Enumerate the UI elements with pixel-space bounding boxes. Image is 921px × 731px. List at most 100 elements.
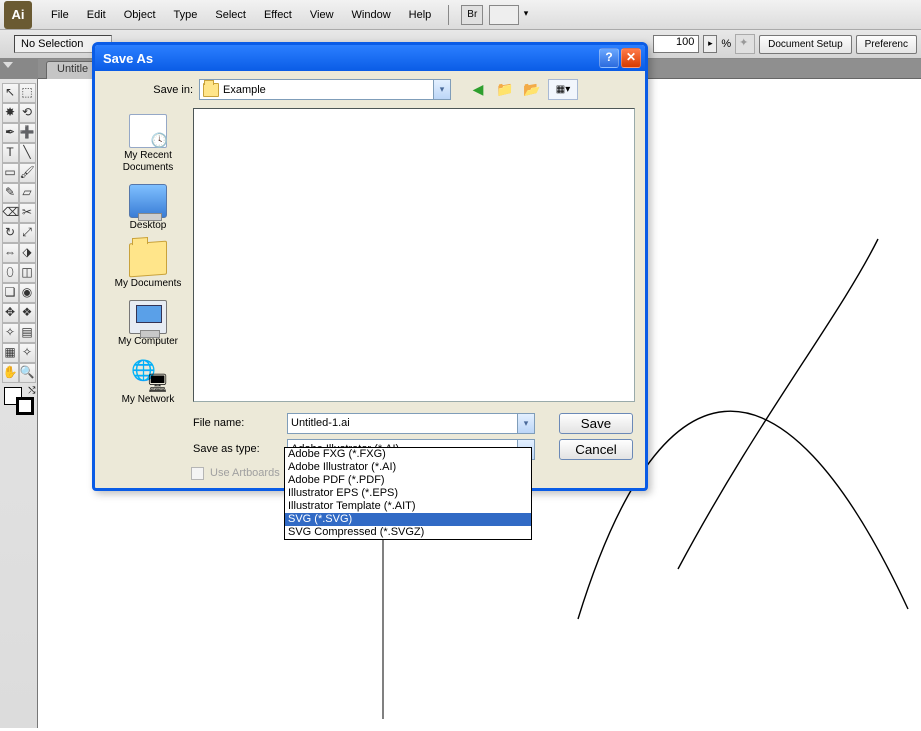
gradient-icon: ◉ (22, 285, 32, 299)
tool-hand[interactable]: ✋ (2, 363, 19, 383)
bridge-button[interactable]: Br (461, 5, 483, 25)
pen-icon: ✒ (5, 125, 15, 139)
app-logo: Ai (4, 1, 32, 29)
tool-eraser[interactable]: ⌫ (2, 203, 19, 223)
dialog-titlebar[interactable]: Save As ? ✕ (95, 45, 645, 71)
tool-blob[interactable]: ▱ (19, 183, 36, 203)
add-anchor-icon: ➕ (20, 125, 35, 139)
save-button[interactable]: Save (559, 413, 633, 434)
lasso-icon: ⟲ (22, 105, 32, 119)
new-folder-icon[interactable]: 📂 (521, 79, 543, 100)
use-artboards-label: Use Artboards (210, 467, 280, 479)
swap-icon[interactable]: ⤭ (28, 385, 35, 396)
tool-line[interactable]: ╲ (19, 143, 36, 163)
menubar: Ai File Edit Object Type Select Effect V… (0, 0, 921, 30)
tool-perspective[interactable]: ◫ (19, 263, 36, 283)
menu-items: File Edit Object Type Select Effect View… (42, 3, 440, 27)
type-option[interactable]: Illustrator EPS (*.EPS) (285, 487, 531, 500)
places-bar: My Recent Documents Desktop My Documents My… (105, 108, 191, 402)
hand-icon: ✋ (3, 365, 18, 379)
view-menu-icon[interactable]: ▦▾ (548, 79, 578, 100)
tool-magic-wand[interactable]: ✸ (2, 103, 19, 123)
preferences-button[interactable]: Preferenc (856, 35, 917, 54)
help-button[interactable]: ? (599, 48, 619, 68)
tool-type[interactable]: T (2, 143, 19, 163)
type-option[interactable]: Adobe FXG (*.FXG) (285, 448, 531, 461)
tool-scissors[interactable]: ✂ (19, 203, 36, 223)
place-label: My Recent Documents (108, 150, 188, 174)
computer-icon (129, 300, 167, 334)
tool-paintbrush[interactable]: 🖌 (19, 163, 36, 183)
close-button[interactable]: ✕ (621, 48, 641, 68)
tool-rotate[interactable]: ↻ (2, 223, 19, 243)
type-option[interactable]: Adobe PDF (*.PDF) (285, 474, 531, 487)
document-setup-button[interactable]: Document Setup (759, 35, 852, 54)
save-as-type-listbox[interactable]: Adobe FXG (*.FXG)Adobe Illustrator (*.AI… (284, 447, 532, 540)
stroke-swatch[interactable] (16, 397, 34, 415)
tool-gradient[interactable]: ◉ (19, 283, 36, 303)
use-artboards-checkbox[interactable] (191, 467, 204, 480)
network-icon (129, 358, 167, 392)
place-computer[interactable]: My Computer (108, 300, 188, 348)
opacity-input[interactable]: 100 (653, 35, 699, 53)
scale-icon: ⤢ (22, 225, 32, 239)
tool-lasso[interactable]: ⟲ (19, 103, 36, 123)
opacity-unit: % (721, 38, 731, 50)
tool-eyedropper[interactable]: ✥ (2, 303, 19, 323)
magic-wand-icon: ✸ (5, 105, 15, 119)
place-desktop[interactable]: Desktop (108, 184, 188, 232)
chevron-down-icon[interactable]: ▾ (433, 80, 450, 99)
place-paper[interactable]: My Recent Documents (108, 114, 188, 174)
tool-artboard[interactable]: ▦ (2, 343, 19, 363)
type-option[interactable]: SVG (*.SVG) (285, 513, 531, 526)
tool-zoom[interactable]: 🔍 (19, 363, 36, 383)
file-name-input[interactable]: Untitled-1.ai ▾ (287, 413, 535, 434)
save-in-combo[interactable]: Example ▾ (199, 79, 451, 100)
menu-help[interactable]: Help (400, 3, 441, 27)
fill-stroke-swatch[interactable]: ⤭ (4, 387, 34, 415)
dialog-title: Save As (103, 51, 153, 66)
scissors-icon: ✂ (22, 205, 32, 219)
opacity-stepper[interactable]: ▸ (703, 35, 717, 53)
menu-type[interactable]: Type (165, 3, 207, 27)
place-mydocs[interactable]: My Documents (108, 242, 188, 290)
tool-width[interactable]: ⇔ (2, 243, 19, 263)
cancel-button[interactable]: Cancel (559, 439, 633, 460)
tool-pencil[interactable]: ✎ (2, 183, 19, 203)
tool-pen[interactable]: ✒ (2, 123, 19, 143)
paper-icon (129, 114, 167, 148)
tool-add-anchor[interactable]: ➕ (19, 123, 36, 143)
tool-rectangle[interactable]: ▭ (2, 163, 19, 183)
tool-blend[interactable]: ❖ (19, 303, 36, 323)
file-name-label: File name: (191, 417, 287, 429)
tool-selection[interactable]: ↖ (2, 83, 19, 103)
place-label: My Documents (108, 278, 188, 290)
menu-view[interactable]: View (301, 3, 343, 27)
tool-slice[interactable]: ✧ (19, 343, 36, 363)
align-icon[interactable] (735, 34, 755, 54)
tool-symbol-spray[interactable]: ✧ (2, 323, 19, 343)
chevron-down-icon[interactable]: ▾ (517, 414, 534, 433)
menu-edit[interactable]: Edit (78, 3, 115, 27)
eraser-icon: ⌫ (3, 205, 20, 219)
type-option[interactable]: SVG Compressed (*.SVGZ) (285, 526, 531, 539)
tool-direct-select[interactable]: ⬚ (19, 83, 36, 103)
back-icon[interactable]: ◀ (467, 79, 489, 100)
menu-object[interactable]: Object (115, 3, 165, 27)
zoom-icon: 🔍 (20, 365, 35, 379)
type-option[interactable]: Illustrator Template (*.AIT) (285, 500, 531, 513)
place-network[interactable]: My Network (108, 358, 188, 406)
tool-column-graph[interactable]: ▤ (19, 323, 36, 343)
menu-effect[interactable]: Effect (255, 3, 301, 27)
menu-window[interactable]: Window (343, 3, 400, 27)
type-option[interactable]: Adobe Illustrator (*.AI) (285, 461, 531, 474)
tool-shape-builder[interactable]: ⬯ (2, 263, 19, 283)
file-list[interactable] (193, 108, 635, 402)
up-folder-icon[interactable]: 📁 (494, 79, 516, 100)
tool-free-transform[interactable]: ⬗ (19, 243, 36, 263)
tool-mesh[interactable]: ❏ (2, 283, 19, 303)
tool-scale[interactable]: ⤢ (19, 223, 36, 243)
menu-select[interactable]: Select (206, 3, 255, 27)
arrange-documents-dropdown[interactable] (489, 5, 519, 25)
menu-file[interactable]: File (42, 3, 78, 27)
